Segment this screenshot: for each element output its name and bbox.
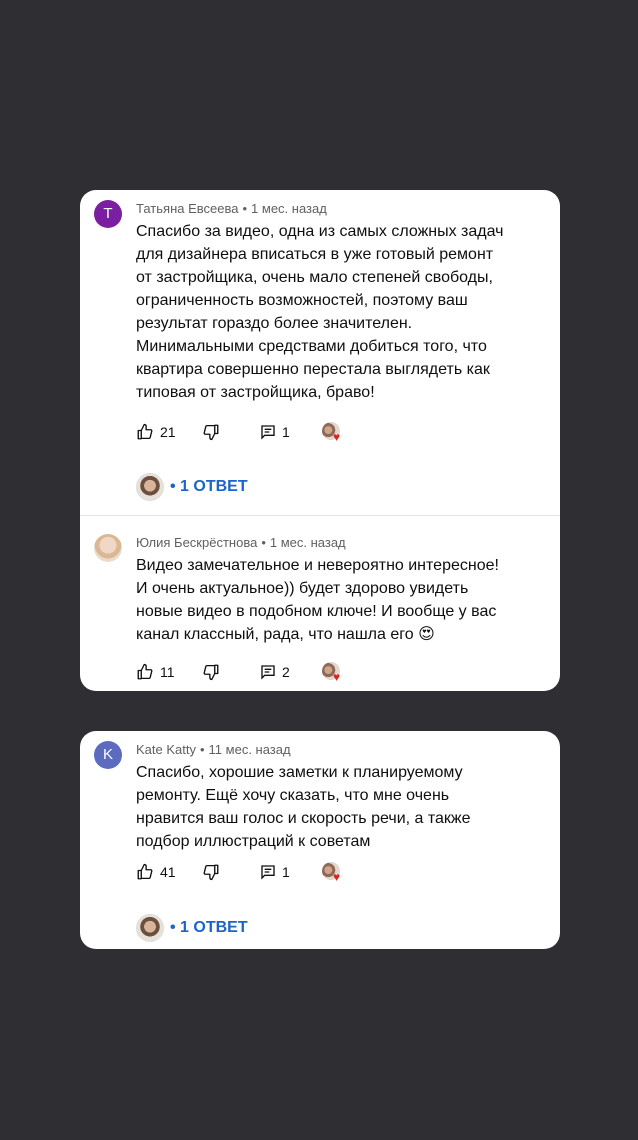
- reply-count: 1: [282, 864, 290, 880]
- creator-heart-badge: ♥: [322, 422, 342, 444]
- comment-text-line: для дизайнера вписаться в уже готовый ре…: [136, 246, 494, 263]
- comment-card: T Татьяна Евсеева • 1 мес. назад Спасибо з…: [80, 190, 560, 691]
- comment-meta: Татьяна Евсеева • 1 мес. назад: [136, 201, 327, 216]
- comment-text-line: нравится ваш голос и скорость речи, а та…: [136, 810, 471, 827]
- comment-icon: [261, 865, 275, 880]
- comment-text-line: И очень актуальное)) будет здорово увиде…: [136, 580, 469, 597]
- thumbs-down-icon: [203, 864, 219, 881]
- thumbs-up-icon: [137, 863, 153, 880]
- comment-text-line: ограниченность возможностей, поэтому ваш: [136, 292, 468, 309]
- comment-time: 1 мес. назад: [251, 201, 327, 216]
- reply-count: 2: [282, 664, 290, 680]
- comment-text: Видео замечательное и невероятно интерес…: [136, 554, 546, 646]
- replies-toggle[interactable]: • 1 ОТВЕТ: [136, 914, 248, 942]
- creator-heart-badge: ♥: [322, 862, 342, 884]
- reply-count: 1: [282, 424, 290, 440]
- comment-icon: [261, 665, 275, 680]
- comment-card: K Kate Katty • 11 мес. назад Спасибо, хоро…: [80, 731, 560, 949]
- comment-text-line: квартира совершенно перестала выглядеть …: [136, 361, 490, 378]
- comment-meta: Юлия Бескрёстнова • 1 мес. назад: [136, 535, 346, 550]
- replies-count-label[interactable]: • 1 ОТВЕТ: [170, 919, 248, 937]
- thumbs-down-icon: [203, 664, 219, 681]
- thumbs-up-icon: [137, 423, 153, 440]
- heart-icon: ♥: [333, 430, 341, 444]
- heart-icon: ♥: [333, 870, 341, 884]
- dislike-button[interactable]: [202, 420, 220, 444]
- like-count: 41: [160, 864, 176, 880]
- like-button[interactable]: 21: [136, 420, 176, 444]
- comment-text-line: Видео замечательное и невероятно интерес…: [136, 557, 499, 574]
- like-button[interactable]: 41: [136, 860, 176, 884]
- comment-divider: [80, 515, 560, 516]
- comment-text-line: результат гораздо более значителен.: [136, 315, 413, 332]
- thumbs-up-icon: [137, 663, 153, 680]
- replies-toggle[interactable]: • 1 ОТВЕТ: [136, 473, 248, 501]
- avatar[interactable]: [94, 534, 122, 562]
- dislike-button[interactable]: [202, 860, 220, 884]
- like-count: 21: [160, 424, 176, 440]
- comment-text-line: Спасибо, хорошие заметки к планируемому: [136, 764, 463, 781]
- comment-text: Спасибо за видео, одна из самых сложных …: [136, 220, 546, 404]
- creator-heart-badge: ♥: [322, 662, 342, 684]
- replier-avatar: [136, 473, 164, 501]
- reply-button[interactable]: 1: [260, 860, 290, 884]
- avatar[interactable]: T: [94, 200, 122, 228]
- author-name[interactable]: Юлия Бескрёстнова: [136, 535, 257, 550]
- comment-text: Спасибо, хорошие заметки к планируемому …: [136, 761, 546, 853]
- dislike-button[interactable]: [202, 660, 220, 684]
- comment-text-line: от застройщика, очень мало степеней своб…: [136, 269, 493, 286]
- comment-text-line: типовая от застройщика, браво!: [136, 384, 375, 401]
- comment-text-line: Спасибо за видео, одна из самых сложных …: [136, 223, 504, 240]
- comment-time: 1 мес. назад: [269, 535, 346, 550]
- separator-dot: •: [261, 535, 266, 550]
- comment-time: 11 мес. назад: [208, 742, 291, 757]
- replies-count-label[interactable]: • 1 ОТВЕТ: [170, 478, 248, 496]
- reply-button[interactable]: 2: [260, 660, 290, 684]
- comment-meta: Kate Katty • 11 мес. назад: [136, 742, 291, 757]
- replier-avatar: [136, 914, 164, 942]
- like-count: 11: [160, 664, 175, 680]
- comment-text-line: подбор иллюстраций к советам: [136, 833, 371, 850]
- comment-text-line: новые видео в подобном ключе! И вообще у…: [136, 603, 497, 620]
- author-name[interactable]: Татьяна Евсеева: [136, 201, 238, 216]
- heart-icon: ♥: [333, 670, 341, 684]
- separator-dot: •: [242, 201, 248, 216]
- thumbs-down-icon: [203, 424, 219, 441]
- comment-text-line: ремонту. Ещё хочу сказать, что мне очень: [136, 787, 450, 804]
- comment-text-line: Минимальными средствами добиться того, ч…: [136, 338, 487, 355]
- author-name[interactable]: Kate Katty: [136, 742, 196, 757]
- separator-dot: •: [199, 742, 205, 757]
- reply-button[interactable]: 1: [260, 420, 290, 444]
- comment-icon: [261, 425, 275, 440]
- like-button[interactable]: 11: [136, 660, 175, 684]
- comment-text-line: канал классный, рада, что нашла его 😍: [136, 626, 435, 643]
- avatar[interactable]: K: [94, 741, 122, 769]
